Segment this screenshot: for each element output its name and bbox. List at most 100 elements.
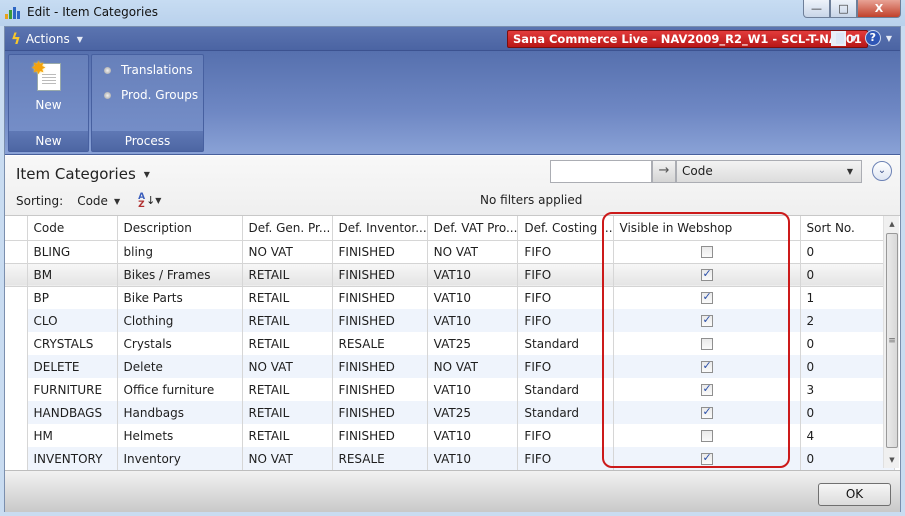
cell-def-gen-prod[interactable]: RETAIL xyxy=(242,286,333,309)
cell-def-inventory[interactable]: FINISHED xyxy=(332,424,428,447)
cell-def-inventory[interactable]: FINISHED xyxy=(332,378,428,401)
column-header-description[interactable]: Description xyxy=(117,216,243,241)
cell-def-inventory[interactable]: FINISHED xyxy=(332,401,428,424)
minimize-button[interactable]: — xyxy=(803,0,830,18)
cell-def-vat-prod[interactable]: VAT10 xyxy=(427,424,519,447)
cell-code[interactable]: BM xyxy=(27,262,118,287)
list-title-menu[interactable]: Item Categories ▼ xyxy=(16,165,150,183)
cell-code[interactable]: INVENTORY xyxy=(27,447,118,470)
cell-sort-no[interactable]: 3 xyxy=(800,378,895,401)
column-header-def-costing[interactable]: Def. Costing ... xyxy=(517,216,614,241)
row-selector[interactable] xyxy=(5,286,28,309)
cell-def-costing[interactable]: FIFO xyxy=(517,309,614,332)
cell-def-vat-prod[interactable]: NO VAT xyxy=(427,355,519,378)
cell-def-gen-prod[interactable]: NO VAT xyxy=(242,447,333,470)
cell-description[interactable]: Bikes / Frames xyxy=(117,262,243,287)
column-header-code[interactable]: Code xyxy=(27,216,118,241)
table-row[interactable]: FURNITURE Office furniture RETAIL FINISHED V… xyxy=(5,378,895,401)
cell-def-inventory[interactable]: FINISHED xyxy=(332,240,428,263)
cell-def-gen-prod[interactable]: NO VAT xyxy=(242,355,333,378)
cell-def-vat-prod[interactable]: VAT10 xyxy=(427,447,519,470)
cell-def-costing[interactable]: FIFO xyxy=(517,424,614,447)
column-header-visible-in-webshop[interactable]: Visible in Webshop xyxy=(613,216,801,241)
cell-sort-no[interactable]: 1 xyxy=(800,286,895,309)
cell-description[interactable]: Bike Parts xyxy=(117,286,243,309)
cell-code[interactable]: CLO xyxy=(27,309,118,332)
cell-def-costing[interactable]: FIFO xyxy=(517,447,614,470)
cell-def-inventory[interactable]: RESALE xyxy=(332,447,428,470)
scroll-up-icon[interactable]: ▲ xyxy=(884,216,900,232)
cell-sort-no[interactable]: 0 xyxy=(800,355,895,378)
vertical-scrollbar[interactable]: ▲ ≡ ▼ xyxy=(883,216,899,468)
table-row[interactable]: DELETEDeleteNO VATFINISHEDNO VATFIFO0 xyxy=(5,355,895,378)
ok-button[interactable]: OK xyxy=(818,483,891,506)
column-header-def-vat-prod[interactable]: Def. VAT Pro... xyxy=(427,216,519,241)
table-row[interactable]: BPBike PartsRETAILFINISHEDVAT10FIFO 1 xyxy=(5,286,895,309)
cell-sort-no[interactable]: 0 xyxy=(800,401,895,424)
cell-def-inventory[interactable]: FINISHED xyxy=(332,262,428,287)
row-selector[interactable] xyxy=(5,309,28,332)
cell-description[interactable]: Handbags xyxy=(117,401,243,424)
column-header-sort-no[interactable]: Sort No. xyxy=(800,216,895,241)
cell-sort-no[interactable]: 0 xyxy=(800,240,895,263)
table-row[interactable]: CRYSTALS Crystals RETAIL RESALE VAT25 Standar… xyxy=(5,332,895,355)
row-selector[interactable] xyxy=(5,355,28,378)
visible-in-webshop-checkbox[interactable] xyxy=(700,359,713,373)
cell-description[interactable]: Office furniture xyxy=(117,378,243,401)
cell-code[interactable]: HANDBAGS xyxy=(27,401,118,424)
sorting-dropdown[interactable]: Code ▼ xyxy=(77,194,120,208)
table-row[interactable]: INVENTORYInventoryNO VATRESALEVAT10FIFO 0 xyxy=(5,447,895,470)
row-selector[interactable] xyxy=(5,378,28,401)
search-input[interactable] xyxy=(550,160,652,183)
cell-def-gen-prod[interactable]: NO VAT xyxy=(242,240,333,263)
row-selector[interactable] xyxy=(5,447,28,470)
translations-button[interactable]: Translations xyxy=(104,63,193,77)
cell-def-costing[interactable]: FIFO xyxy=(517,355,614,378)
column-header-def-inventory[interactable]: Def. Inventor... xyxy=(332,216,428,241)
cell-def-inventory[interactable]: FINISHED xyxy=(332,309,428,332)
visible-in-webshop-checkbox[interactable] xyxy=(700,338,713,350)
search-go-button[interactable]: → xyxy=(652,160,676,183)
visible-in-webshop-checkbox[interactable] xyxy=(700,267,713,281)
help-menu-button[interactable]: ? ▼ xyxy=(864,30,892,46)
cell-sort-no[interactable]: 0 xyxy=(800,332,895,355)
visible-in-webshop-checkbox[interactable] xyxy=(700,382,713,396)
column-header-def-gen-prod[interactable]: Def. Gen. Pr... xyxy=(242,216,333,241)
cell-code[interactable]: DELETE xyxy=(27,355,118,378)
cell-def-costing[interactable]: Standard xyxy=(517,378,614,401)
cell-def-gen-prod[interactable]: RETAIL xyxy=(242,309,333,332)
scrollbar-thumb[interactable]: ≡ xyxy=(886,233,898,448)
cell-def-vat-prod[interactable]: VAT25 xyxy=(427,401,519,424)
visible-in-webshop-checkbox[interactable] xyxy=(700,451,713,465)
cell-def-costing[interactable]: FIFO xyxy=(517,286,614,309)
cell-def-vat-prod[interactable]: VAT10 xyxy=(427,286,519,309)
visible-in-webshop-checkbox[interactable] xyxy=(700,405,713,419)
row-selector[interactable] xyxy=(5,332,28,355)
table-row[interactable]: BLING bling NO VAT FINISHED NO VAT FIFO 0 xyxy=(5,240,895,263)
scroll-down-icon[interactable]: ▼ xyxy=(884,452,900,468)
cell-def-vat-prod[interactable]: VAT10 xyxy=(427,378,519,401)
cell-def-gen-prod[interactable]: RETAIL xyxy=(242,424,333,447)
cell-def-gen-prod[interactable]: RETAIL xyxy=(242,378,333,401)
layout-menu-button[interactable]: ▼ xyxy=(830,30,857,46)
row-selector[interactable] xyxy=(5,240,28,263)
visible-in-webshop-checkbox[interactable] xyxy=(700,246,713,258)
cell-code[interactable]: FURNITURE xyxy=(27,378,118,401)
cell-def-vat-prod[interactable]: NO VAT xyxy=(427,240,519,263)
cell-description[interactable]: bling xyxy=(117,240,243,263)
cell-def-costing[interactable]: Standard xyxy=(517,401,614,424)
cell-def-costing[interactable]: Standard xyxy=(517,332,614,355)
visible-in-webshop-checkbox[interactable] xyxy=(700,430,713,442)
cell-sort-no[interactable]: 0 xyxy=(800,447,895,470)
cell-description[interactable]: Crystals xyxy=(117,332,243,355)
new-button[interactable]: ✸ New xyxy=(9,55,88,131)
cell-def-vat-prod[interactable]: VAT10 xyxy=(427,262,519,287)
cell-def-vat-prod[interactable]: VAT25 xyxy=(427,332,519,355)
close-button[interactable]: X xyxy=(857,0,901,18)
actions-menu[interactable]: ϟ Actions ▼ xyxy=(11,30,83,48)
maximize-button[interactable]: □ xyxy=(830,0,857,18)
cell-def-vat-prod[interactable]: VAT10 xyxy=(427,309,519,332)
cell-sort-no[interactable]: 2 xyxy=(800,309,895,332)
cell-def-gen-prod[interactable]: RETAIL xyxy=(242,401,333,424)
table-row[interactable]: HM Helmets RETAIL FINISHED VAT10 FIFO 4 xyxy=(5,424,895,447)
